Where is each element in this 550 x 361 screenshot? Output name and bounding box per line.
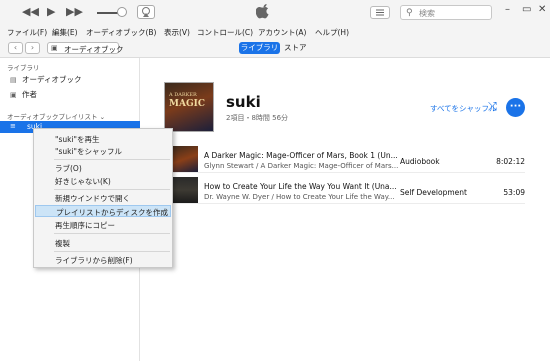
player-toolbar: ◀◀ ▶ ▶▶ ⚲ 検索 – ▭ ✕ xyxy=(0,0,550,25)
sidebar-item-authors[interactable]: ▣ 作者 xyxy=(10,89,37,100)
menu-separator xyxy=(54,233,170,234)
track-genre: Self Development xyxy=(400,188,467,197)
menu-item-shuffle[interactable]: "suki"をシャッフル xyxy=(35,145,171,157)
track-title: How to Create Your Life the Way You Want… xyxy=(204,182,397,191)
navigation-bar: ‹ › ▣ オーディオブック ライブラリ ストア xyxy=(0,38,550,58)
menu-view[interactable]: 表示(V) xyxy=(164,27,190,38)
tab-store[interactable]: ストア xyxy=(284,42,307,54)
rewind-icon[interactable]: ◀◀ xyxy=(22,6,39,18)
menu-item-dislike[interactable]: 好きじゃない(K) xyxy=(35,175,171,187)
menu-item-love[interactable]: ラブ(O) xyxy=(35,162,171,174)
volume-knob[interactable] xyxy=(117,7,127,17)
track-artwork xyxy=(172,146,198,172)
track-subtitle: Glynn Stewart / A Darker Magic: Mage-Off… xyxy=(204,162,399,170)
back-button[interactable]: ‹ xyxy=(8,42,23,54)
shuffle-all-link[interactable]: すべてをシャッフル xyxy=(430,103,497,114)
table-row[interactable]: How to Create Your Life the Way You Want… xyxy=(172,176,525,204)
tab-library[interactable]: ライブラリ xyxy=(239,42,280,54)
shuffle-icon[interactable]: ⤮ xyxy=(488,100,497,114)
menu-help[interactable]: ヘルプ(H) xyxy=(315,27,349,38)
menu-audiobook[interactable]: オーディオブック(B) xyxy=(86,27,156,38)
search-placeholder: 検索 xyxy=(419,9,435,18)
fast-forward-icon[interactable]: ▶▶ xyxy=(66,6,83,18)
menu-separator xyxy=(54,189,170,190)
menu-file[interactable]: ファイル(F) xyxy=(7,27,47,38)
menu-item-open-new-window[interactable]: 新規ウインドウで開く xyxy=(35,192,171,204)
play-icon[interactable]: ▶ xyxy=(47,6,55,18)
menu-separator xyxy=(54,251,170,252)
menu-item-burn-disc[interactable]: プレイリストからディスクを作成 xyxy=(35,205,171,217)
maximize-icon[interactable]: ▭ xyxy=(522,4,531,15)
chevron-left-icon: ‹ xyxy=(13,43,18,52)
table-row[interactable]: A Darker Magic: Mage-Officer of Mars, Bo… xyxy=(172,145,525,173)
audiobook-icon: ▣ xyxy=(51,44,58,52)
menu-edit[interactable]: 編集(E) xyxy=(52,27,78,38)
media-kind-label: オーディオブック xyxy=(64,45,124,54)
menu-item-delete-from-library[interactable]: ライブラリから削除(F) xyxy=(35,254,171,266)
playlist-meta: 2項目・8時間 56分 xyxy=(226,114,289,122)
apple-logo-icon xyxy=(256,4,269,19)
book-icon: ▤ xyxy=(10,76,17,84)
menu-controls[interactable]: コントロール(C) xyxy=(197,27,253,38)
author-icon: ▣ xyxy=(10,91,17,99)
sidebar-item-audiobooks[interactable]: ▤ オーディオブック xyxy=(10,74,81,85)
menu-separator xyxy=(54,159,170,160)
track-artwork xyxy=(172,177,198,203)
sidebar-item-label: オーディオブック xyxy=(22,75,82,84)
track-duration: 8:02:12 xyxy=(496,157,525,166)
menu-item-copy-to-play-order[interactable]: 再生順序にコピー xyxy=(35,219,171,231)
artwork-text: A DARKER xyxy=(169,92,197,98)
media-kind-selector[interactable]: ▣ オーディオブック xyxy=(47,42,123,54)
list-icon xyxy=(376,9,384,16)
minimize-icon[interactable]: – xyxy=(505,4,510,15)
search-field[interactable]: ⚲ 検索 xyxy=(400,5,492,20)
menu-bar: ファイル(F) 編集(E) オーディオブック(B) 表示(V) コントロール(C… xyxy=(0,25,550,38)
airplay-icon xyxy=(142,7,150,17)
ellipsis-icon: ··· xyxy=(509,101,522,112)
airplay-button[interactable] xyxy=(137,5,155,19)
artwork-text: MAGIC xyxy=(169,99,206,109)
track-duration: 53:09 xyxy=(503,188,525,197)
track-title: A Darker Magic: Mage-Officer of Mars, Bo… xyxy=(204,151,398,160)
up-next-button[interactable] xyxy=(370,6,390,19)
track-genre: Audiobook xyxy=(400,157,440,166)
context-menu: "suki"を再生 "suki"をシャッフル ラブ(O) 好きじゃない(K) 新… xyxy=(33,128,173,268)
track-subtitle: Dr. Wayne W. Dyer / How to Create Your L… xyxy=(204,193,395,201)
close-icon[interactable]: ✕ xyxy=(538,4,546,15)
more-options-button[interactable]: ··· xyxy=(506,98,525,117)
library-heading: ライブラリ xyxy=(7,64,40,72)
menu-account[interactable]: アカウント(A) xyxy=(258,27,306,38)
menu-item-duplicate[interactable]: 複製 xyxy=(35,237,171,249)
playlist-heading[interactable]: オーディオブックプレイリスト ⌄ xyxy=(7,111,105,121)
search-icon: ⚲ xyxy=(406,8,413,18)
chevron-right-icon: › xyxy=(30,43,35,52)
playlist-artwork: A DARKER MAGIC xyxy=(164,82,214,132)
forward-button[interactable]: › xyxy=(25,42,40,54)
menu-item-play[interactable]: "suki"を再生 xyxy=(35,133,171,145)
page-title: suki xyxy=(226,93,261,111)
sidebar-item-label: 作者 xyxy=(22,90,37,99)
playlist-icon: ≡ xyxy=(10,122,16,130)
